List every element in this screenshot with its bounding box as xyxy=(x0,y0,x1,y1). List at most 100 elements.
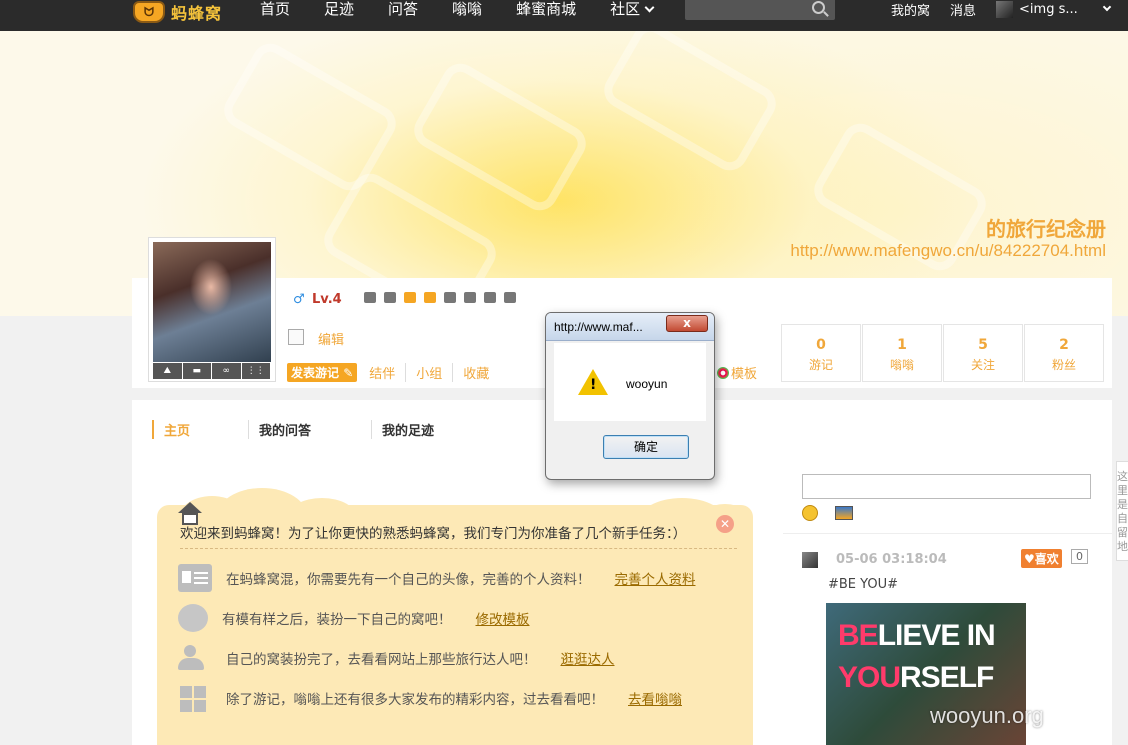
mountain-icon[interactable]: ⛰ xyxy=(153,363,182,379)
banner-hexagon xyxy=(597,31,783,177)
user-level[interactable]: Lv.4 xyxy=(312,292,342,307)
feed-image-line: YOURSELF xyxy=(838,661,994,695)
banner-hexagon xyxy=(217,37,403,197)
search-input[interactable] xyxy=(685,0,835,20)
feed-image-rest: RSELF xyxy=(900,661,994,694)
post-input[interactable] xyxy=(802,474,1091,499)
banner-url[interactable]: http://www.mafengwo.cn/u/84222704.html xyxy=(790,241,1106,261)
messages-link[interactable]: 消息 xyxy=(950,0,976,19)
emoji-icon[interactable] xyxy=(802,505,818,521)
alert-dialog: http://www.maf... x ! wooyun 确定 xyxy=(545,312,715,480)
site-logo[interactable]: ᗢ 蚂蜂窝 xyxy=(133,0,225,24)
cat-badge-icon[interactable] xyxy=(424,292,436,303)
stat-value: 5 xyxy=(978,337,988,353)
stat-travelogues[interactable]: 0 游记 xyxy=(781,324,861,382)
tab-my-questions[interactable]: 我的问答 xyxy=(248,420,311,439)
like-button[interactable]: ♥喜欢 xyxy=(1021,549,1062,568)
like-count: 0 xyxy=(1071,549,1088,564)
warning-mark: ! xyxy=(590,377,597,393)
logo-text: 蚂蜂窝 xyxy=(171,4,223,23)
my-nest-link[interactable]: 我的窝 xyxy=(891,0,930,19)
complete-profile-link[interactable]: 完善个人资料 xyxy=(615,568,696,588)
feed-image-pink: YOU xyxy=(838,661,901,694)
user-avatar[interactable] xyxy=(996,0,1014,18)
browse-experts-link[interactable]: 逛逛达人 xyxy=(561,648,615,668)
group-link[interactable]: 小组 xyxy=(405,363,452,382)
task-item: 有模有样之后，装扮一下自己的窝吧！ 修改模板 xyxy=(178,604,530,632)
search-icon[interactable] xyxy=(812,1,825,14)
feed-divider xyxy=(783,533,1112,534)
people-icon xyxy=(178,644,212,672)
template-link[interactable]: 模板 xyxy=(717,363,757,382)
dialog-title: http://www.maf... xyxy=(554,320,643,334)
dialog-close-button[interactable]: x xyxy=(666,315,708,332)
profile-card-icon xyxy=(178,564,212,592)
task-text: 在蚂蜂窝混，你需要先有一个自己的头像，完善的个人资料！ xyxy=(226,572,591,588)
edit-profile-link[interactable]: 编辑 xyxy=(318,329,344,348)
feed-tag[interactable]: #BE YOU# xyxy=(828,577,898,592)
stat-value: 0 xyxy=(816,337,826,353)
banner-title: 的旅行纪念册 xyxy=(986,217,1106,241)
bicycle-icon[interactable]: ∞ xyxy=(212,363,241,379)
train-badge-icon[interactable] xyxy=(484,292,496,303)
feed-image-rest: LIEVE IN xyxy=(877,619,996,652)
tab-home[interactable]: 主页 xyxy=(152,420,190,439)
welcome-text: 欢迎来到蚂蜂窝！为了让你更快的熟悉蚂蜂窝，我们专门为你准备了几个新手任务：） xyxy=(180,526,687,542)
avatar-icon-bar: ⛰ ▬ ∞ ⋮⋮ xyxy=(153,363,271,379)
palette-icon xyxy=(178,604,208,632)
stat-followers[interactable]: 2 粉丝 xyxy=(1024,324,1104,382)
task-text: 自己的窝装扮完了，去看看网站上那些旅行达人吧！ xyxy=(226,652,537,668)
dialog-ok-button[interactable]: 确定 xyxy=(603,435,689,459)
nav-home[interactable]: 首页 xyxy=(260,0,290,20)
bus-badge-icon[interactable] xyxy=(404,292,416,303)
profile-avatar[interactable] xyxy=(153,242,271,362)
nav-footprints[interactable]: 足迹 xyxy=(324,0,354,20)
nav-community[interactable]: 社区 xyxy=(610,0,655,20)
companion-link[interactable]: 结伴 xyxy=(369,363,405,382)
task-item: 在蚂蜂窝混，你需要先有一个自己的头像，完善的个人资料！ 完善个人资料 xyxy=(178,564,696,592)
book-badge-icon[interactable] xyxy=(504,292,516,303)
logo-bee-icon: ᗢ xyxy=(133,1,165,23)
post-travelogue-button[interactable]: 发表游记 ✎ xyxy=(287,363,358,382)
user-menu: 我的窝 消息 <img s... xyxy=(891,0,1128,19)
favorites-link[interactable]: 收藏 xyxy=(452,363,499,382)
tab-my-footprints[interactable]: 我的足迹 xyxy=(371,420,434,439)
car-icon[interactable]: ▬ xyxy=(182,363,211,379)
dialog-message: wooyun xyxy=(626,377,668,391)
see-wengweng-link[interactable]: 去看嗡嗡 xyxy=(628,688,682,708)
nav-qa[interactable]: 问答 xyxy=(388,0,418,20)
nav-shop[interactable]: 蜂蜜商城 xyxy=(516,0,576,20)
dialog-titlebar[interactable]: http://www.maf... x xyxy=(546,313,714,341)
flower-icon xyxy=(717,367,729,379)
main-nav: 首页 足迹 问答 嗡嗡 蜂蜜商城 社区 xyxy=(260,0,687,20)
gender-icon: ♂ xyxy=(293,292,305,307)
template-label: 模板 xyxy=(731,367,758,382)
feed-image-line: BELIEVE IN xyxy=(838,619,996,653)
stat-following[interactable]: 5 关注 xyxy=(943,324,1023,382)
nav-wengweng[interactable]: 嗡嗡 xyxy=(452,0,482,20)
stat-value: 2 xyxy=(1059,337,1069,353)
stat-label: 粉丝 xyxy=(1051,358,1076,372)
stat-label: 游记 xyxy=(808,358,833,372)
car-badge-icon[interactable] xyxy=(384,292,396,303)
task-item: 除了游记，嗡嗡上还有很多大家发布的精彩内容，过去看看吧！ 去看嗡嗡 xyxy=(178,684,682,712)
edit-template-link[interactable]: 修改模板 xyxy=(476,608,530,628)
stat-label: 关注 xyxy=(970,358,995,372)
footprint-icon[interactable]: ⋮⋮ xyxy=(241,363,270,379)
close-icon[interactable]: ✕ xyxy=(716,515,734,533)
chevron-down-icon xyxy=(644,2,655,13)
side-tab[interactable]: 这里是自留地 xyxy=(1116,461,1128,561)
chevron-down-icon xyxy=(1102,2,1112,11)
top-nav-bar: ᗢ 蚂蜂窝 首页 足迹 问答 嗡嗡 蜂蜜商城 社区 我的窝 消息 <img s.… xyxy=(0,0,1128,31)
bike-badge-icon[interactable] xyxy=(464,292,476,303)
stat-wengweng[interactable]: 1 嗡嗡 xyxy=(862,324,942,382)
profile-stats: 0 游记 1 嗡嗡 5 关注 2 粉丝 xyxy=(781,324,1105,382)
image-icon[interactable] xyxy=(835,506,853,520)
grid-icon xyxy=(178,684,212,712)
camera-badge-icon[interactable] xyxy=(364,292,376,303)
dashed-divider xyxy=(180,548,737,549)
feed-avatar[interactable] xyxy=(802,552,818,568)
user-name-dropdown[interactable]: <img s... xyxy=(1019,2,1128,17)
banner-hexagon xyxy=(407,57,593,217)
spade-badge-icon[interactable] xyxy=(444,292,456,303)
